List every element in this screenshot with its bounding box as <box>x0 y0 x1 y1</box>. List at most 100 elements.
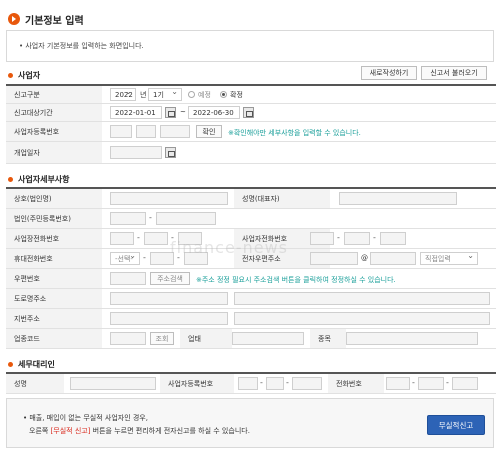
reg-no-part3[interactable] <box>160 125 190 138</box>
radio-final-label: 확정 <box>230 91 243 99</box>
table-row: 우편번호 주소검색 ※주소 정정 필요시 주소검색 버튼을 클릭하여 정정하실 … <box>6 269 496 289</box>
biz-phone-part1[interactable] <box>110 232 134 245</box>
lookup-button[interactable]: 조회 <box>150 332 174 345</box>
agent-phone-part2[interactable] <box>418 377 444 390</box>
date-from-input[interactable]: 2022-01-01 <box>110 106 162 119</box>
period-select[interactable]: 1기 <box>148 87 182 101</box>
new-form-button[interactable]: 새로작성하기 <box>361 66 417 80</box>
zip-hint: ※주소 정정 필요시 주소검색 버튼을 클릭하여 정정하실 수 있습니다. <box>196 276 396 284</box>
dash: - <box>286 378 289 387</box>
date-separator: ~ <box>180 108 186 116</box>
mobile-label: 휴대전화번호 <box>6 249 102 268</box>
table-row: 지번주소 <box>6 309 496 329</box>
email-domain-input[interactable] <box>370 252 416 265</box>
table-row: 신고대상기간 2022-01-01 ~ 2022-06-30 <box>6 104 496 122</box>
section-agent-heading: 세무대리인 <box>8 359 55 370</box>
home-phone-part3[interactable] <box>380 232 406 245</box>
period-label: 신고대상기간 <box>6 104 102 121</box>
owner-input[interactable] <box>339 192 457 205</box>
road-address-detail-input[interactable] <box>234 292 490 305</box>
home-phone-part1[interactable] <box>310 232 334 245</box>
page-title: 기본정보 입력 <box>25 15 84 27</box>
year-select[interactable]: 2022 <box>110 87 136 101</box>
agent-phone-part1[interactable] <box>386 377 410 390</box>
business-item-input[interactable] <box>346 332 478 345</box>
road-address-label: 도로명주소 <box>6 289 102 308</box>
dash: - <box>137 233 140 242</box>
business-item-label: 종목 <box>310 329 346 348</box>
notice-line-2-highlight: [무실적 신고] <box>50 427 91 435</box>
table-row: 법인(주민등록번호) - <box>6 209 496 229</box>
section-detail-title: 사업자세부사항 <box>18 175 70 184</box>
notice-box: • 사업자 기본정보를 입력하는 화면입니다. <box>6 30 494 62</box>
company-input[interactable] <box>110 192 228 205</box>
table-row: 업종코드 조회 업태 종목 <box>6 329 496 349</box>
corp-no-label: 법인(주민등록번호) <box>6 209 102 228</box>
section-business-title: 사업자 <box>18 71 41 80</box>
agent-name-input[interactable] <box>70 377 156 390</box>
corp-no-part1[interactable] <box>110 212 146 225</box>
biz-phone-part2[interactable] <box>144 232 168 245</box>
detail-table: 상호(법인명) 성명(대표자) 법인(주민등록번호) - 사업장전화번호 - -… <box>6 187 496 349</box>
table-row: 사업자등록번호 확인 ※확인해야만 세부사항을 입력할 수 있습니다. <box>6 122 496 142</box>
home-phone-part2[interactable] <box>344 232 370 245</box>
business-table: 신고구분 2022 년 1기 예정 확정 신고대상기간 2022-01-01 ~… <box>6 84 496 166</box>
play-icon <box>8 13 20 25</box>
address-search-button[interactable]: 주소검색 <box>150 272 190 285</box>
email-domain-select[interactable]: 직접입력 <box>420 251 478 265</box>
reg-no-label: 사업자등록번호 <box>6 122 102 141</box>
load-report-button[interactable]: 신고서 불러오기 <box>421 66 487 80</box>
open-date-label: 개업일자 <box>6 142 102 163</box>
email-id-input[interactable] <box>310 252 358 265</box>
radio-final[interactable] <box>220 91 227 98</box>
owner-label: 성명(대표자) <box>234 189 330 208</box>
bullet-icon <box>8 73 13 78</box>
table-row: 개업일자 <box>6 142 496 164</box>
agent-reg-no-label: 사업자등록번호 <box>160 374 234 393</box>
agent-reg-part3[interactable] <box>292 377 322 390</box>
agent-reg-part2[interactable] <box>266 377 284 390</box>
business-type-input[interactable] <box>232 332 304 345</box>
calendar-icon[interactable] <box>165 107 176 118</box>
agent-name-label: 성명 <box>6 374 64 393</box>
reg-no-part1[interactable] <box>110 125 132 138</box>
section-detail-heading: 사업자세부사항 <box>8 174 70 185</box>
lot-address-input[interactable] <box>110 312 228 325</box>
road-address-input[interactable] <box>110 292 228 305</box>
calendar-icon[interactable] <box>243 107 254 118</box>
notice-line-2: 오른쪽 [무실적 신고] 버튼을 누르면 편리하게 전자신고를 하실 수 있습니… <box>29 426 250 436</box>
agent-phone-label: 전화번호 <box>328 374 384 393</box>
dash: - <box>446 378 449 387</box>
business-type-label: 업태 <box>180 329 232 348</box>
date-to-input[interactable]: 2022-06-30 <box>188 106 240 119</box>
confirm-button[interactable]: 확인 <box>196 125 222 138</box>
reg-no-part2[interactable] <box>136 125 156 138</box>
page-title-row: 기본정보 입력 <box>8 12 84 27</box>
agent-phone-part3[interactable] <box>452 377 478 390</box>
bullet-icon <box>8 362 13 367</box>
lot-address-label: 지번주소 <box>6 309 102 328</box>
bullet-icon <box>8 177 13 182</box>
open-date-input[interactable] <box>110 146 162 159</box>
notice-line-2-prefix: 오른쪽 <box>29 427 51 435</box>
no-activity-report-button[interactable]: 무실적신고 <box>427 415 485 435</box>
year-unit: 년 <box>140 91 147 99</box>
lot-address-detail-input[interactable] <box>234 312 490 325</box>
dash: - <box>149 213 152 222</box>
dash: - <box>260 378 263 387</box>
agent-reg-part1[interactable] <box>238 377 258 390</box>
industry-code-label: 업종코드 <box>6 329 102 348</box>
mobile-prefix-select[interactable]: -선택- <box>110 251 140 265</box>
zip-input[interactable] <box>110 272 146 285</box>
report-type-label: 신고구분 <box>6 86 102 103</box>
biz-phone-label: 사업장전화번호 <box>6 229 102 248</box>
industry-code-input[interactable] <box>110 332 146 345</box>
radio-scheduled[interactable] <box>188 91 195 98</box>
dash: - <box>373 233 376 242</box>
notice-line-2-suffix: 버튼을 누르면 편리하게 전자신고를 하실 수 있습니다. <box>90 427 250 435</box>
notice-line-1: • 매출, 매입이 없는 무실적 사업자인 경우, <box>23 414 148 422</box>
calendar-icon[interactable] <box>165 147 176 158</box>
corp-no-part2[interactable] <box>156 212 216 225</box>
dash: - <box>412 378 415 387</box>
table-row: 도로명주소 <box>6 289 496 309</box>
